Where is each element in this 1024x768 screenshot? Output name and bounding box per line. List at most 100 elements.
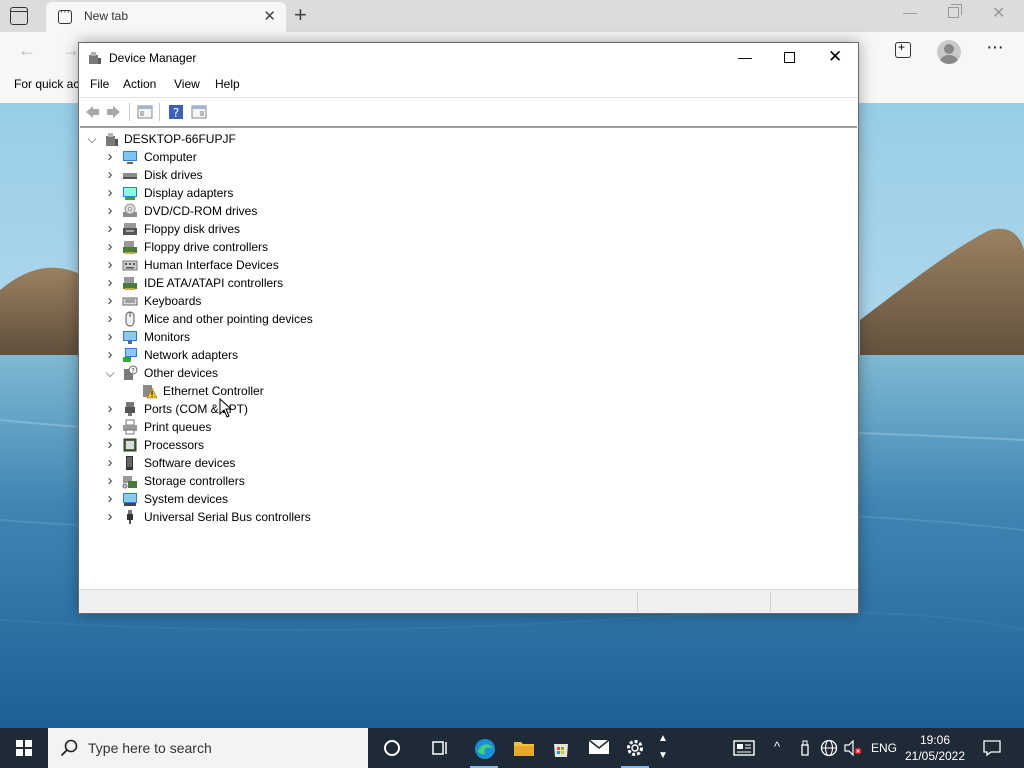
tree-category-disk-drives[interactable]: › Disk drives xyxy=(80,166,400,184)
forward-icon[interactable] xyxy=(106,104,122,120)
title-bar[interactable]: Device Manager — ✕ xyxy=(79,43,858,73)
profile-avatar-icon[interactable] xyxy=(937,40,961,64)
menu-file[interactable]: File xyxy=(90,77,109,91)
tree-category-monitors[interactable]: › Monitors xyxy=(80,328,400,346)
tree-category-print-queues[interactable]: › Print queues xyxy=(80,418,400,436)
taskbar-search-box[interactable]: Type here to search xyxy=(48,728,368,768)
tree-category-processors[interactable]: › Processors xyxy=(80,436,400,454)
tree-category-human-interface-devices[interactable]: › Human Interface Devices xyxy=(80,256,400,274)
browser-tab-new-tab[interactable]: New tab ✕ xyxy=(46,2,286,32)
menu-action[interactable]: Action xyxy=(123,77,156,91)
chevron-right-icon[interactable]: › xyxy=(104,490,116,508)
chevron-right-icon[interactable]: › xyxy=(104,454,116,472)
chevron-right-icon[interactable]: › xyxy=(104,184,116,202)
tab-actions-icon[interactable] xyxy=(10,7,28,25)
more-options-icon[interactable]: ··· xyxy=(986,36,1004,59)
menu-bar: File Action View Help xyxy=(79,73,858,97)
tree-category-mice-and-other-pointing-devices[interactable]: › Mice and other pointing devices xyxy=(80,310,400,328)
tree-device-ethernet-controller[interactable]: Ethernet Controller xyxy=(80,382,400,400)
tree-category-ide-ata-atapi-controllers[interactable]: › IDE ATA/ATAPI controllers xyxy=(80,274,400,292)
chevron-right-icon[interactable]: › xyxy=(104,238,116,256)
mail-icon[interactable] xyxy=(578,728,618,768)
back-arrow-icon[interactable]: ← xyxy=(18,40,36,61)
chevron-right-icon[interactable]: › xyxy=(104,328,116,346)
clock[interactable]: 19:06 21/05/2022 xyxy=(900,732,970,764)
floppy-controller-icon xyxy=(123,241,137,254)
maximize-button[interactable] xyxy=(784,52,795,63)
close-button[interactable]: ✕ xyxy=(828,47,842,67)
new-tab-button[interactable]: + xyxy=(294,2,307,28)
task-view-icon[interactable] xyxy=(420,728,460,768)
menu-help[interactable]: Help xyxy=(215,77,240,91)
file-explorer-icon[interactable] xyxy=(503,728,543,768)
port-icon xyxy=(125,402,135,416)
tree-category-computer[interactable]: › Computer xyxy=(80,148,400,166)
monitor-icon xyxy=(123,331,137,344)
settings-icon[interactable] xyxy=(615,728,655,768)
volume-muted-icon[interactable] xyxy=(844,740,862,756)
browser-close-button[interactable]: ✕ xyxy=(992,3,1005,23)
tree-category-ports-com-lpt[interactable]: › Ports (COM & LPT) xyxy=(80,400,400,418)
chevron-right-icon[interactable]: › xyxy=(104,256,116,274)
minimize-button[interactable]: — xyxy=(738,49,752,65)
back-icon[interactable] xyxy=(84,104,100,120)
storage-controller-icon xyxy=(122,476,137,489)
tree-item-label: Other devices xyxy=(144,366,219,380)
language-indicator[interactable]: ENG xyxy=(871,741,897,755)
chevron-right-icon[interactable]: › xyxy=(104,220,116,238)
cortana-icon[interactable] xyxy=(372,728,412,768)
news-icon[interactable] xyxy=(733,739,755,757)
tree-root[interactable]: ⌵ DESKTOP-66FUPJF xyxy=(80,130,280,148)
menu-view[interactable]: View xyxy=(174,77,200,91)
notification-center-icon[interactable] xyxy=(983,740,1001,756)
show-hidden-icon[interactable] xyxy=(191,104,207,120)
tree-category-floppy-disk-drives[interactable]: › Floppy disk drives xyxy=(80,220,400,238)
chevron-right-icon[interactable]: › xyxy=(104,508,116,526)
properties-icon[interactable] xyxy=(137,104,153,120)
store-icon[interactable] xyxy=(541,728,581,768)
chevron-down-icon[interactable]: ⌵ xyxy=(86,130,98,148)
chevron-right-icon[interactable]: › xyxy=(104,148,116,166)
chevron-right-icon[interactable]: › xyxy=(104,310,116,328)
chevron-right-icon[interactable]: › xyxy=(104,274,116,292)
chevron-right-icon[interactable]: › xyxy=(104,472,116,490)
tree-category-storage-controllers[interactable]: › Storage controllers xyxy=(80,472,400,490)
usb-eject-icon[interactable] xyxy=(800,740,810,756)
tree-category-keyboards[interactable]: › Keyboards xyxy=(80,292,400,310)
chevron-right-icon[interactable]: › xyxy=(104,346,116,364)
tree-item-label: Ethernet Controller xyxy=(163,384,264,398)
tree-category-floppy-drive-controllers[interactable]: › Floppy drive controllers xyxy=(80,238,400,256)
tree-category-display-adapters[interactable]: › Display adapters xyxy=(80,184,400,202)
computer-root-icon xyxy=(106,133,118,146)
processor-icon xyxy=(123,438,137,452)
tree-category-universal-serial-bus-controllers[interactable]: › Universal Serial Bus controllers xyxy=(80,508,400,526)
collections-icon[interactable] xyxy=(895,40,911,58)
browser-restore-button[interactable] xyxy=(948,4,962,18)
tree-category-network-adapters[interactable]: › Network adapters xyxy=(80,346,400,364)
tab-close-icon[interactable]: ✕ xyxy=(263,7,276,25)
network-globe-icon[interactable] xyxy=(820,739,838,757)
chevron-right-icon[interactable]: › xyxy=(104,166,116,184)
taskbar-scroll-arrows[interactable]: ▲ ▼ xyxy=(656,730,670,766)
tree-category-other-devices[interactable]: ⌵? Other devices xyxy=(80,364,400,382)
start-button[interactable] xyxy=(0,728,48,768)
search-placeholder: Type here to search xyxy=(88,740,212,756)
tray-chevron-up-icon[interactable]: ^ xyxy=(774,739,780,754)
windows-logo-icon xyxy=(16,740,32,756)
browser-minimize-button[interactable]: — xyxy=(903,4,917,20)
tree-item-label: Mice and other pointing devices xyxy=(144,312,313,326)
tree-category-software-devices[interactable]: › Software devices xyxy=(80,454,400,472)
chevron-right-icon[interactable]: › xyxy=(104,436,116,454)
help-icon[interactable]: ? xyxy=(168,104,184,120)
new-tab-favicon-icon xyxy=(58,7,72,24)
chevron-right-icon[interactable]: › xyxy=(104,292,116,310)
chevron-right-icon[interactable]: › xyxy=(104,418,116,436)
chevron-right-icon[interactable]: › xyxy=(104,202,116,220)
tree-category-dvd-cd-rom-drives[interactable]: › DVD/CD-ROM drives xyxy=(80,202,400,220)
floppy-disk-icon xyxy=(123,223,137,235)
chevron-down-icon[interactable]: ⌵ xyxy=(104,364,116,382)
tree-category-system-devices[interactable]: › System devices xyxy=(80,490,400,508)
chevron-right-icon[interactable]: › xyxy=(104,400,116,418)
ide-controller-icon xyxy=(123,277,137,290)
edge-icon[interactable] xyxy=(464,728,504,768)
